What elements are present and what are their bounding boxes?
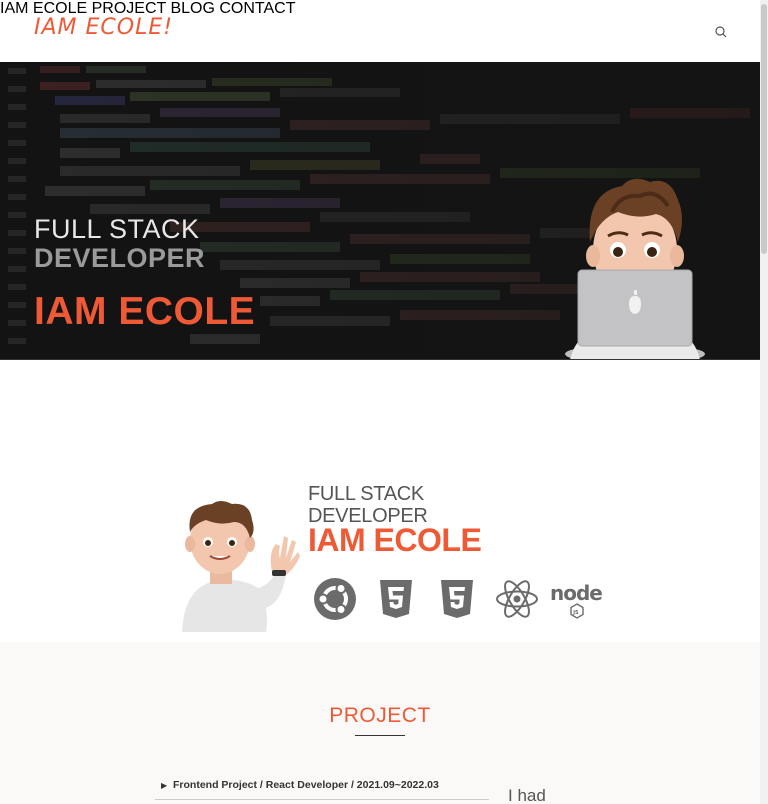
hero-title-line1: FULL STACK: [34, 214, 200, 244]
intro-title-line3: IAM ECOLE: [308, 522, 482, 558]
nodejs-icon: node JS: [550, 581, 603, 619]
ubuntu-icon: [314, 578, 356, 620]
html5-icon: [380, 580, 412, 618]
caret-right-icon: ▶: [161, 781, 168, 790]
react-icon: [496, 580, 538, 618]
avatar-waving-image: [182, 501, 300, 632]
svg-text:node: node: [550, 581, 602, 605]
hero-title-line2: DEVELOPER: [34, 243, 206, 273]
page: IAM ECOLE! IAM ECOLE PROJECT BLOG CONTAC…: [0, 0, 768, 804]
hero-banner: FULL STACK DEVELOPER IAM ECOLE: [0, 62, 760, 360]
heading-divider: [355, 735, 405, 736]
site-header: IAM ECOLE! IAM ECOLE PROJECT BLOG CONTAC…: [0, 0, 760, 62]
page-scrollbar[interactable]: [760, 0, 768, 804]
project-description-text: I had: [508, 786, 546, 804]
project-accordion-item[interactable]: ▶ Frontend Project / React Developer / 2…: [155, 776, 489, 800]
nav-item-blog[interactable]: BLOG: [170, 0, 214, 17]
nav-item-contact[interactable]: CONTACT: [219, 0, 295, 17]
svg-text:JS: JS: [572, 610, 579, 616]
project-section: PROJECT ▶ Frontend Project / React Devel…: [0, 642, 760, 804]
intro-title-line1: FULL STACK: [308, 483, 424, 505]
css3-icon: [441, 580, 473, 618]
scrollbar-thumb[interactable]: [761, 4, 767, 254]
hero-title-line3: IAM ECOLE: [34, 290, 256, 333]
site-logo[interactable]: IAM ECOLE!: [34, 15, 173, 40]
project-accordion-label: Frontend Project / React Developer / 202…: [173, 779, 439, 791]
search-icon[interactable]: [714, 25, 728, 39]
avatar-laptop-image: [565, 178, 705, 359]
project-heading: PROJECT: [329, 704, 431, 727]
